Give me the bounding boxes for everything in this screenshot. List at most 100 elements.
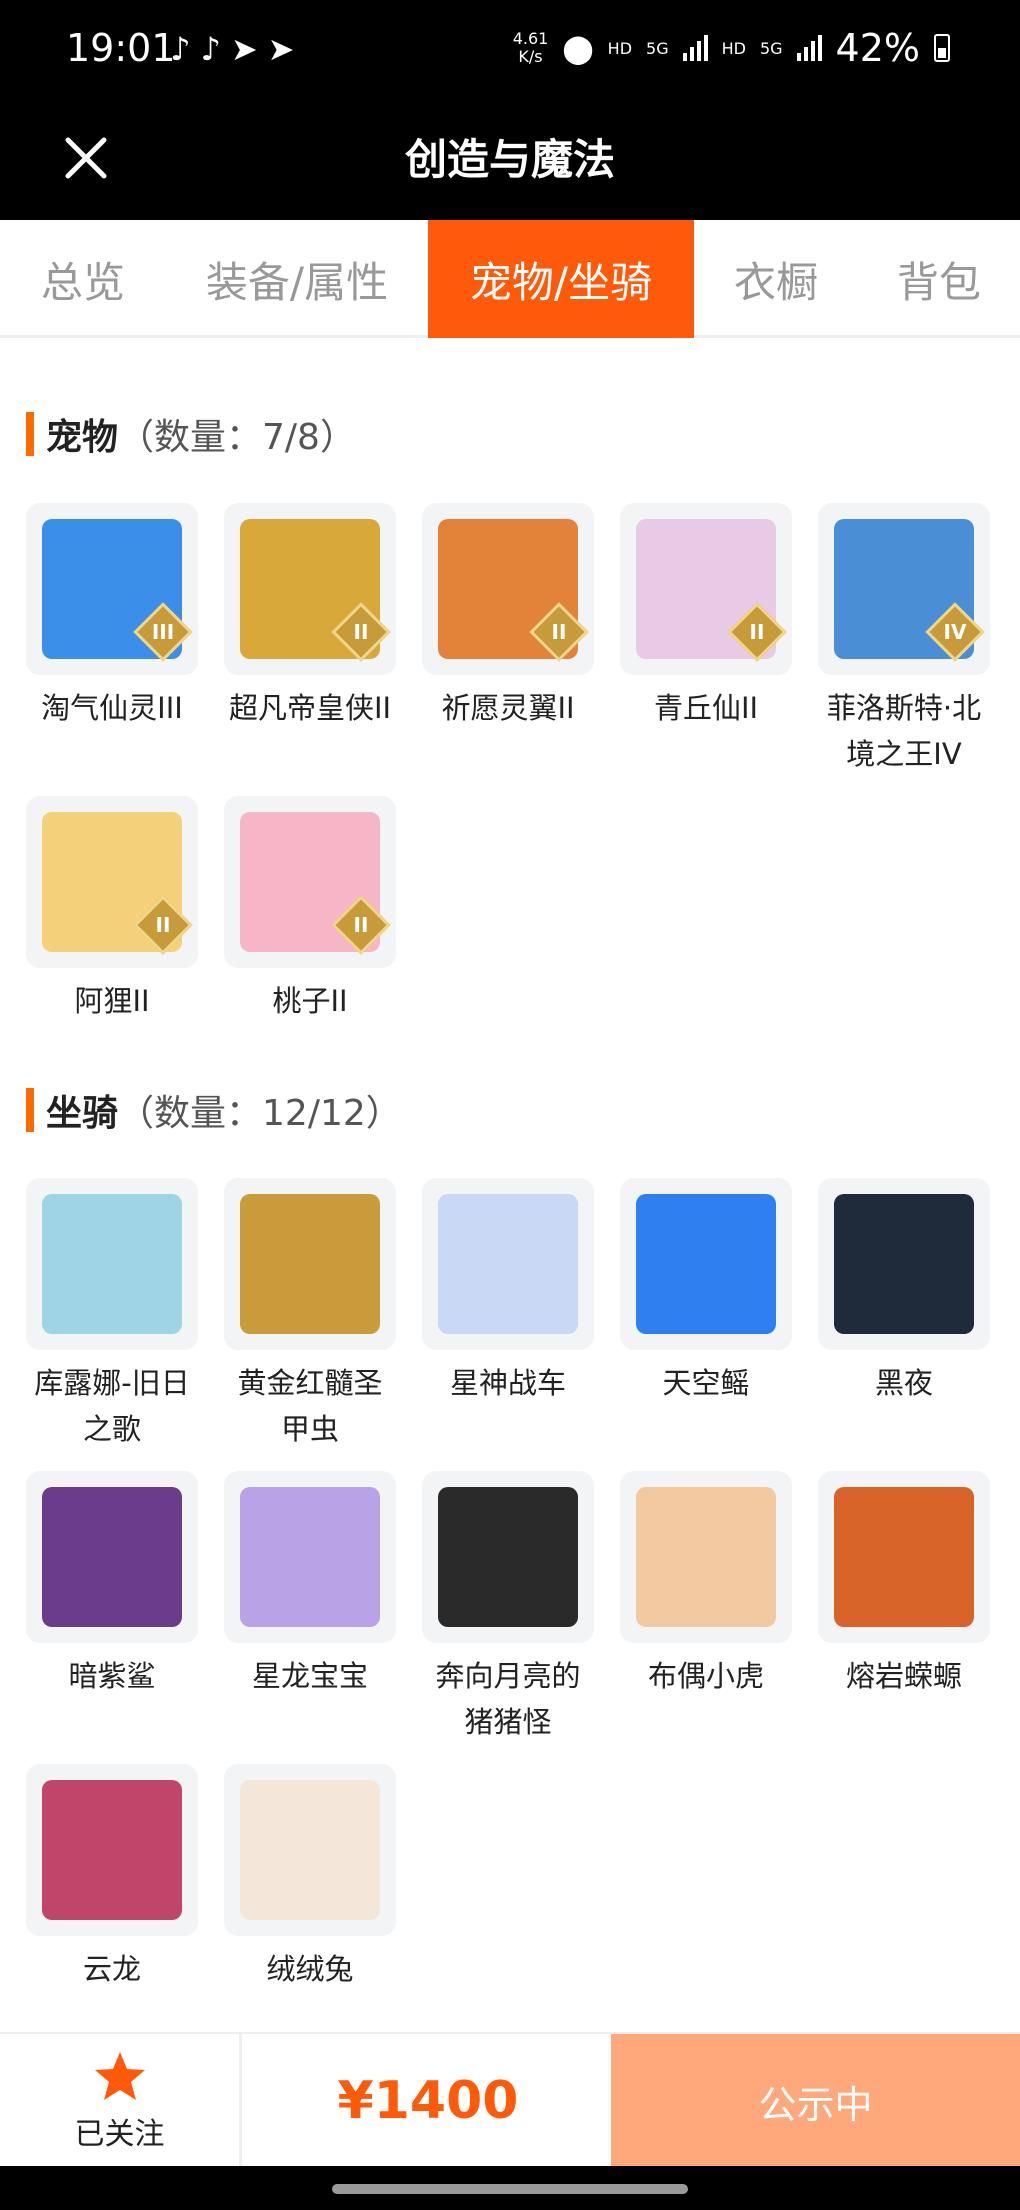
mount-thumbnail: [620, 1178, 792, 1350]
mount-thumbnail: [224, 1178, 396, 1350]
pet-item[interactable]: III 淘气仙灵III: [26, 503, 198, 731]
pet-thumbnail: II: [422, 503, 594, 675]
page-title: 创造与魔法: [404, 135, 615, 184]
mount-image: [240, 1487, 380, 1627]
mount-thumbnail: [818, 1471, 990, 1643]
bottom-action-bar: 已关注 ¥1400 公示中: [0, 2032, 1020, 2168]
system-nav-bar: [0, 2166, 1020, 2210]
mount-item[interactable]: 黑夜: [818, 1178, 990, 1406]
mount-item[interactable]: 布偶小虎: [620, 1471, 792, 1699]
mount-name: 奔向月亮的猪猪怪: [435, 1659, 581, 1739]
pet-name: 菲洛斯特·北境之王IV: [826, 691, 982, 771]
pet-thumbnail: II: [224, 503, 396, 675]
mount-image: [438, 1194, 578, 1334]
mount-thumbnail: [422, 1178, 594, 1350]
rank-label: II: [551, 620, 567, 644]
publicity-status-button[interactable]: 公示中: [611, 2034, 1020, 2168]
pet-item[interactable]: II 超凡帝皇侠II: [224, 503, 396, 731]
mount-thumbnail: [26, 1471, 198, 1643]
pet-item[interactable]: II 阿狸II: [26, 796, 198, 1024]
mount-item[interactable]: 星神战车: [422, 1178, 594, 1406]
tiktok-icon: ♪: [170, 30, 191, 68]
tiktok-icon: ♪: [200, 30, 221, 68]
telegram-icon: ➤: [230, 30, 258, 68]
mount-item[interactable]: 暗紫鲨: [26, 1471, 198, 1699]
mount-name: 库露娜-旧日之歌: [34, 1366, 190, 1446]
signal-icon-2: [796, 35, 822, 61]
price-label: ¥1400: [337, 2071, 519, 2131]
status-time: 19:01: [66, 26, 176, 70]
star-icon: [94, 2052, 145, 2100]
mount-name: 熔岩蝾螈: [845, 1659, 962, 1693]
mount-image: [834, 1194, 974, 1334]
pet-item[interactable]: II 青丘仙II: [620, 503, 792, 731]
rank-label: II: [749, 620, 765, 644]
pet-thumbnail: IV: [818, 503, 990, 675]
mount-item[interactable]: 云龙: [26, 1764, 198, 1992]
pet-item[interactable]: II 桃子II: [224, 796, 396, 1024]
rank-label: II: [155, 913, 171, 937]
network-speed: 4.61 K/s: [512, 29, 549, 66]
section-header: 坐骑 （数量：12/12）: [26, 1086, 402, 1134]
mount-name: 布偶小虎: [647, 1659, 764, 1693]
home-gesture-handle[interactable]: [332, 2184, 688, 2194]
mount-image: [42, 1194, 182, 1334]
telegram-icon: ➤: [267, 30, 295, 68]
mount-item[interactable]: 黄金红髓圣甲虫: [224, 1178, 396, 1452]
hd-label-2: HD: [721, 38, 746, 58]
mount-image: [636, 1487, 776, 1627]
tab-equipment[interactable]: 装备/属性: [166, 220, 428, 338]
tab-overview[interactable]: 总览: [0, 220, 166, 338]
section-header: 宠物 （数量：7/8）: [26, 410, 356, 458]
title-bar: 创造与魔法: [0, 100, 1020, 220]
mount-name: 星龙宝宝: [251, 1659, 368, 1693]
pet-name: 祈愿灵翼II: [441, 691, 575, 725]
pet-name: 淘气仙灵III: [41, 691, 183, 725]
section-accent-bar: [26, 412, 34, 456]
pet-thumbnail: II: [620, 503, 792, 675]
pet-item[interactable]: II 祈愿灵翼II: [422, 503, 594, 731]
section-title: 坐骑: [46, 1093, 119, 1134]
mount-item[interactable]: 熔岩蝾螈: [818, 1471, 990, 1699]
tab-backpack[interactable]: 背包: [858, 220, 1020, 338]
section-count: （数量：12/12）: [118, 1093, 402, 1134]
mount-image: [834, 1487, 974, 1627]
pet-thumbnail: III: [26, 503, 198, 675]
network-5g-label: 5G: [646, 38, 669, 58]
mount-thumbnail: [26, 1178, 198, 1350]
mount-name: 星神战车: [449, 1366, 566, 1400]
mount-item[interactable]: 绒绒兔: [224, 1764, 396, 1992]
rank-label: II: [353, 913, 369, 937]
mount-image: [240, 1780, 380, 1920]
follow-label: 已关注: [74, 2117, 165, 2152]
follow-button[interactable]: 已关注: [0, 2034, 242, 2168]
notification-icons: ♪ ♪ ➤ ➤: [170, 30, 294, 68]
pet-thumbnail: II: [224, 796, 396, 968]
mount-thumbnail: [620, 1471, 792, 1643]
mount-thumbnail: [26, 1764, 198, 1936]
mount-thumbnail: [224, 1471, 396, 1643]
status-bar: 19:01 ♪ ♪ ➤ ➤ 4.61 K/s ⬤ HD 5G HD 5G 42%: [0, 0, 1020, 100]
system-icons: 4.61 K/s ⬤ HD 5G HD 5G 42%: [513, 26, 950, 70]
network-5g-label-2: 5G: [759, 38, 783, 58]
mount-name: 黄金红髓圣甲虫: [237, 1366, 383, 1446]
mount-image: [240, 1194, 380, 1334]
signal-icon: [682, 35, 708, 61]
tab-pets-mounts[interactable]: 宠物/坐骑: [428, 220, 694, 338]
mount-name: 暗紫鲨: [68, 1659, 156, 1693]
battery-icon: [934, 34, 950, 62]
mount-item[interactable]: 库露娜-旧日之歌: [26, 1178, 198, 1452]
mount-item[interactable]: 星龙宝宝: [224, 1471, 396, 1699]
pet-thumbnail: II: [26, 796, 198, 968]
section-count: （数量：7/8）: [118, 417, 356, 458]
pet-item[interactable]: IV 菲洛斯特·北境之王IV: [818, 503, 990, 777]
mount-image: [42, 1780, 182, 1920]
mount-item[interactable]: 天空鳐: [620, 1178, 792, 1406]
mount-name: 天空鳐: [662, 1366, 750, 1400]
tab-wardrobe[interactable]: 衣橱: [694, 220, 858, 338]
mount-item[interactable]: 奔向月亮的猪猪怪: [422, 1471, 594, 1745]
location-icon: ⬤: [562, 31, 594, 65]
mount-thumbnail: [422, 1471, 594, 1643]
tab-bar: 总览 装备/属性 宠物/坐骑 衣橱 背包: [0, 220, 1020, 338]
section-title: 宠物: [46, 417, 119, 458]
